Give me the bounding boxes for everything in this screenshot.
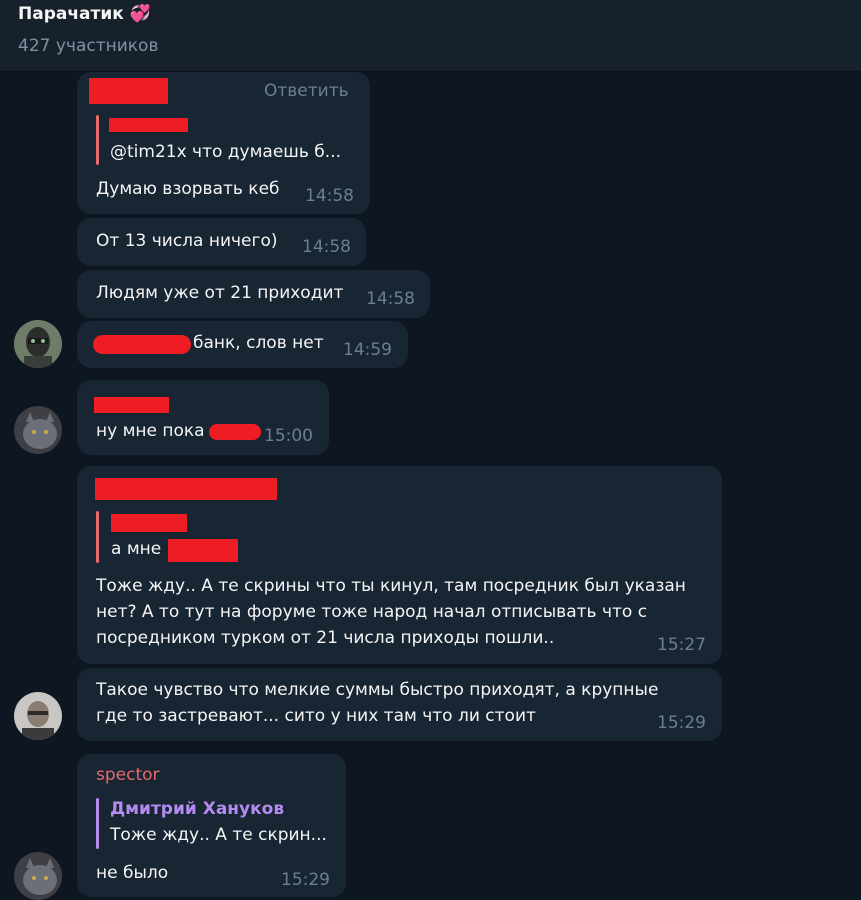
message-text: Людям уже от 21 приходит	[96, 283, 344, 303]
message-time: 15:29	[657, 713, 706, 733]
chat-title: Парачатик 💞	[18, 4, 151, 24]
redacted-sender	[89, 78, 168, 104]
message-time: 15:00	[264, 426, 313, 446]
message-bubble[interactable]: а мне Тоже жду.. А те скрины что ты кину…	[77, 466, 722, 664]
quote-text: а мне	[111, 539, 162, 559]
quote-text: Тоже жду.. А те скрин...	[110, 825, 327, 845]
quote-bar	[96, 798, 99, 849]
message-time: 14:59	[343, 340, 392, 360]
redacted-quote-author	[111, 514, 187, 532]
redacted-quote-author	[109, 118, 188, 132]
message-text-line: где то застревают... сито у них там что …	[96, 706, 536, 726]
message-text: Думаю взорвать кеб	[96, 179, 280, 199]
message-bubble[interactable]: ну мне пока 15:00	[77, 380, 329, 455]
message-text-line: Тоже жду.. А те скрины что ты кинул, там…	[96, 576, 686, 596]
quote-bar	[96, 115, 99, 165]
message-bubble[interactable]: spector Дмитрий Хануков Тоже жду.. А те …	[77, 754, 346, 897]
message-text-line: посредником турком от 21 числа приходы п…	[96, 628, 555, 648]
message-bubble[interactable]: банк, слов нет 14:59	[77, 321, 408, 368]
message-text: ну мне пока	[96, 421, 205, 441]
message-bubble[interactable]: Людям уже от 21 приходит 14:58	[77, 270, 430, 318]
avatar-image	[14, 852, 62, 900]
quote-bar	[96, 511, 99, 563]
message-time: 14:58	[366, 289, 415, 309]
message-time: 15:29	[281, 870, 330, 890]
message-bubble[interactable]: Такое чувство что мелкие суммы быстро пр…	[77, 668, 722, 741]
quote-text: @tim21x что думаешь б...	[110, 142, 341, 162]
message-bubble[interactable]: От 13 числа ничего) 14:58	[77, 218, 366, 266]
redacted-quote-text	[168, 539, 238, 562]
message-text-line: Такое чувство что мелкие суммы быстро пр…	[96, 680, 659, 700]
message-bubble[interactable]: Ответить @tim21x что думаешь б... Думаю …	[77, 72, 370, 214]
message-text-line: нет? А то тут на форуме тоже народ начал…	[96, 602, 648, 622]
member-count: 427 участников	[18, 36, 159, 56]
message-time: 15:27	[657, 635, 706, 655]
user-avatar[interactable]	[14, 692, 62, 740]
redacted-text	[209, 424, 261, 440]
message-text: От 13 числа ничего)	[96, 231, 278, 251]
message-text: не было	[96, 863, 169, 883]
sender-name[interactable]: spector	[96, 765, 160, 785]
chat-header[interactable]: Парачатик 💞 427 участников	[0, 0, 861, 72]
quote-author: Дмитрий Хануков	[110, 799, 285, 819]
message-time: 14:58	[302, 237, 351, 257]
user-avatar[interactable]	[14, 320, 62, 368]
avatar-image	[14, 692, 62, 740]
avatar-image	[14, 320, 62, 368]
redacted-sender	[95, 478, 277, 500]
avatar-image	[14, 406, 62, 454]
redacted-text	[93, 335, 191, 354]
user-avatar[interactable]	[14, 406, 62, 454]
redacted-sender	[94, 397, 169, 413]
user-avatar[interactable]	[14, 852, 62, 900]
message-time: 14:58	[305, 186, 354, 206]
reply-button[interactable]: Ответить	[264, 81, 349, 101]
message-text: банк, слов нет	[193, 333, 324, 353]
